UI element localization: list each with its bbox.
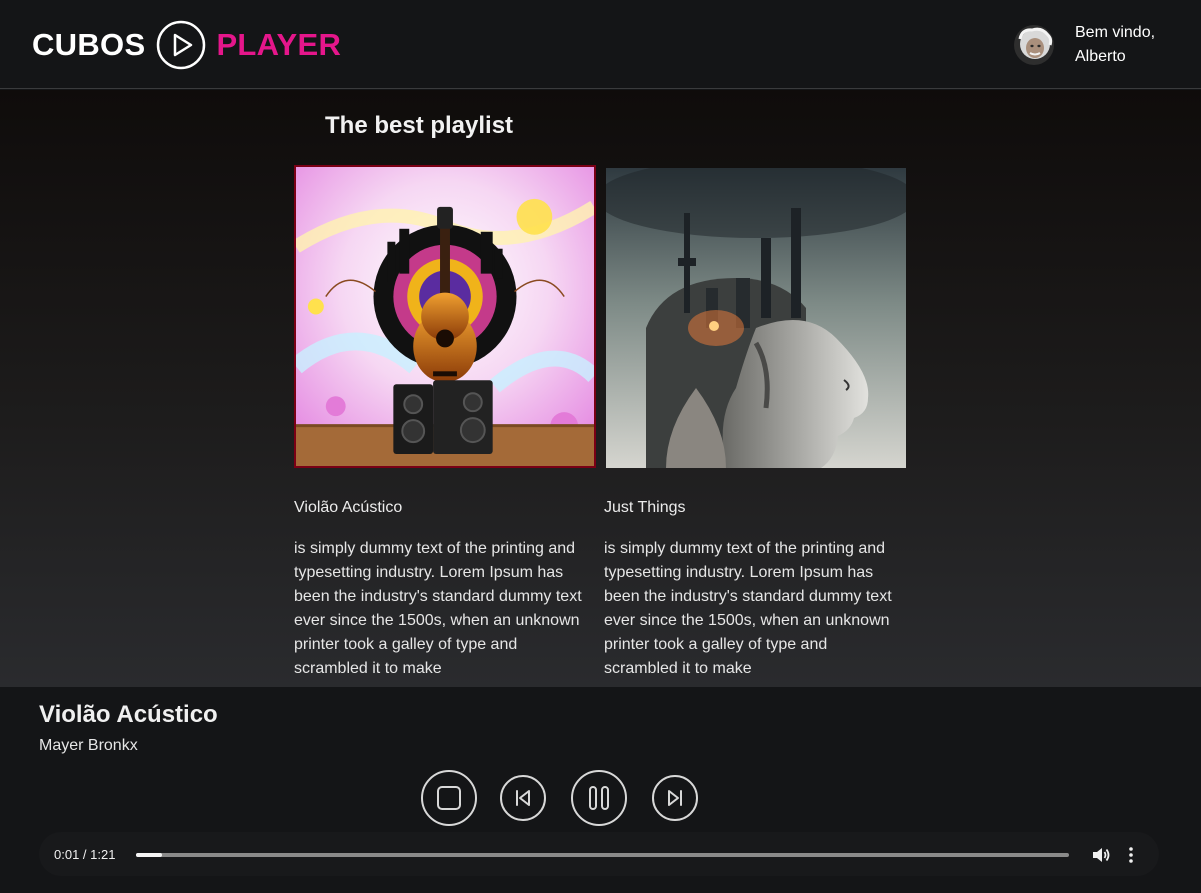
avatar[interactable] — [1014, 25, 1054, 65]
next-button[interactable] — [652, 775, 698, 821]
more-vertical-icon[interactable] — [1125, 845, 1137, 865]
welcome-text: Bem vindo, Alberto — [1075, 21, 1155, 69]
progress-slider[interactable] — [136, 853, 1069, 857]
stop-icon — [437, 786, 461, 810]
player-bar: Violão Acústico Mayer Bronkx 0:01 / 1:21 — [0, 687, 1201, 893]
time-display: 0:01 / 1:21 — [54, 847, 116, 862]
user-name: Alberto — [1075, 48, 1126, 65]
card-description: is simply dummy text of the printing and… — [294, 540, 582, 677]
logo-text-cubos: CUBOS — [32, 27, 146, 62]
logo[interactable]: CUBOS PLAYER — [32, 20, 341, 70]
skip-previous-icon — [516, 790, 530, 806]
user-profile[interactable]: Bem vindo, Alberto — [1014, 21, 1155, 69]
skip-next-icon — [668, 790, 682, 806]
play-circle-icon — [157, 20, 206, 70]
previous-button[interactable] — [500, 775, 546, 821]
playlist-card-violao[interactable]: Violão Acústico is simply dummy text of … — [294, 165, 596, 681]
now-playing-title: Violão Acústico — [39, 701, 218, 728]
cover-image[interactable] — [294, 165, 596, 468]
pause-icon — [589, 786, 609, 810]
playlist-card-just-things[interactable]: Just Things is simply dummy text of the … — [604, 165, 906, 681]
stop-button[interactable] — [421, 770, 477, 826]
card-title: Violão Acústico — [294, 499, 403, 516]
audio-controls: 0:01 / 1:21 — [39, 832, 1159, 876]
logo-text-player: PLAYER — [216, 27, 342, 62]
card-description: is simply dummy text of the printing and… — [604, 540, 892, 677]
cover-image[interactable] — [606, 168, 906, 468]
progress-fill — [136, 853, 163, 857]
section-title: The best playlist — [325, 112, 514, 139]
card-title: Just Things — [604, 499, 686, 516]
main-content: The best playlist Violão Acústico is sim… — [0, 90, 1201, 687]
album-cover-guitar — [296, 167, 594, 466]
album-cover-city-woman — [606, 168, 906, 468]
now-playing-artist: Mayer Bronkx — [39, 737, 138, 754]
volume-icon[interactable] — [1091, 845, 1111, 865]
pause-button[interactable] — [571, 770, 627, 826]
greeting: Bem vindo, — [1075, 24, 1156, 41]
app-header: CUBOS PLAYER Bem vindo, Alberto — [0, 0, 1201, 89]
